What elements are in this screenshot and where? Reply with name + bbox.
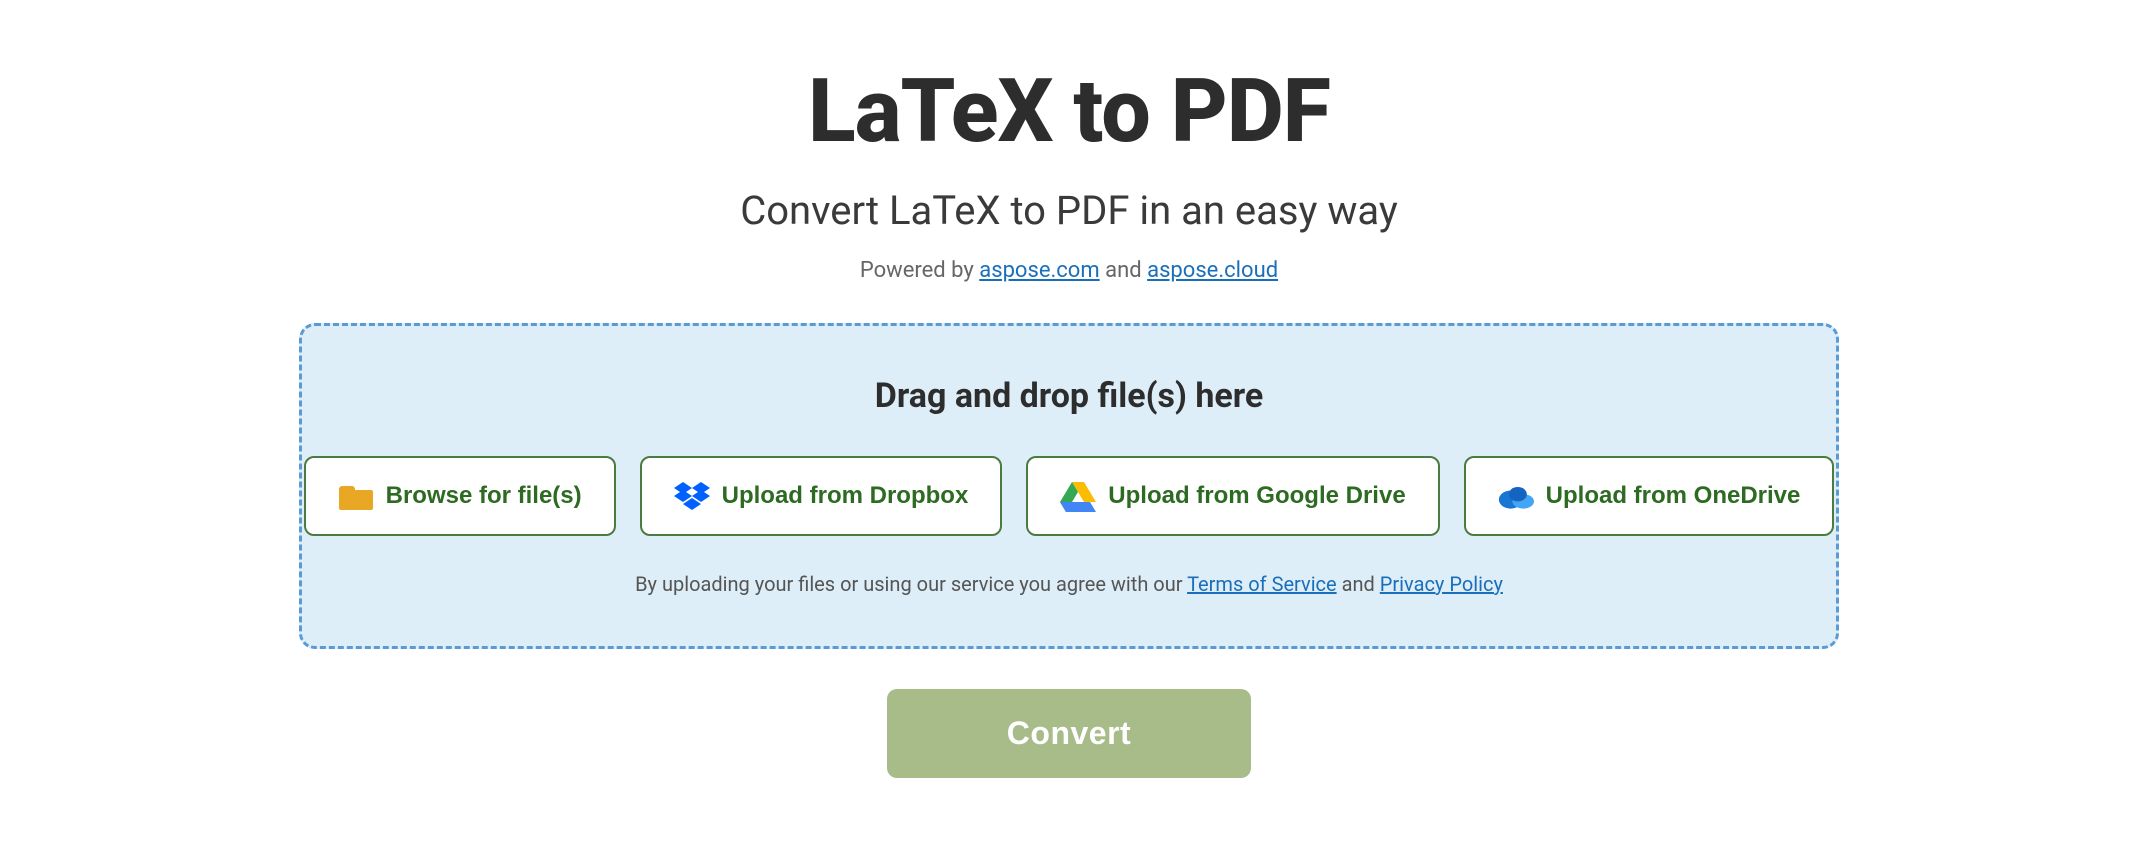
powered-by-separator: and — [1105, 258, 1147, 283]
page-title: LaTeX to PDF — [808, 60, 1330, 163]
terms-prefix: By uploading your files or using our ser… — [635, 572, 1187, 596]
drop-zone: Drag and drop file(s) here Browse for fi… — [299, 323, 1839, 649]
gdrive-icon — [1060, 478, 1096, 514]
onedrive-button-label: Upload from OneDrive — [1546, 482, 1801, 510]
convert-button[interactable]: Convert — [887, 689, 1251, 778]
browse-button[interactable]: Browse for file(s) — [304, 456, 616, 536]
browse-button-label: Browse for file(s) — [386, 482, 582, 510]
gdrive-button-label: Upload from Google Drive — [1108, 482, 1405, 510]
dropbox-button[interactable]: Upload from Dropbox — [640, 456, 1003, 536]
onedrive-icon — [1498, 478, 1534, 514]
privacy-policy-link[interactable]: Privacy Policy — [1380, 572, 1503, 596]
powered-by-text: Powered by aspose.com and aspose.cloud — [860, 258, 1278, 283]
aspose-com-link[interactable]: aspose.com — [979, 258, 1099, 283]
dropbox-button-label: Upload from Dropbox — [722, 482, 969, 510]
aspose-cloud-link[interactable]: aspose.cloud — [1147, 258, 1278, 283]
drag-drop-label: Drag and drop file(s) here — [875, 376, 1264, 416]
dropbox-icon — [674, 478, 710, 514]
terms-text: By uploading your files or using our ser… — [635, 572, 1503, 596]
terms-of-service-link[interactable]: Terms of Service — [1187, 572, 1337, 596]
gdrive-button[interactable]: Upload from Google Drive — [1026, 456, 1439, 536]
upload-buttons-container: Browse for file(s) Upload from Dropbox — [304, 456, 1835, 536]
onedrive-button[interactable]: Upload from OneDrive — [1464, 456, 1835, 536]
folder-icon — [338, 478, 374, 514]
page-subtitle: Convert LaTeX to PDF in an easy way — [740, 187, 1398, 234]
terms-separator: and — [1342, 572, 1380, 596]
powered-by-label: Powered by — [860, 258, 979, 283]
